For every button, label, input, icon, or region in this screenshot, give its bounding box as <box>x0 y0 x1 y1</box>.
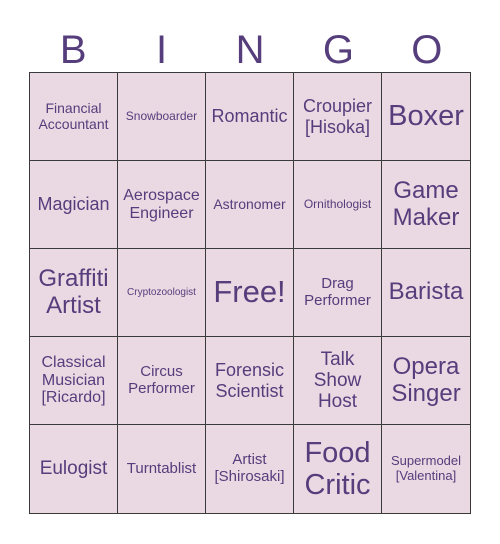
bingo-cell[interactable]: Artist [Shirosaki] <box>206 425 294 513</box>
bingo-cell[interactable]: Turntablist <box>118 425 206 513</box>
cell-label: Romantic <box>211 106 288 127</box>
bingo-cell[interactable]: Classical Musician [Ricardo] <box>30 337 118 425</box>
cell-label: Game Maker <box>392 176 460 231</box>
cell-label: Opera Singer <box>391 352 461 407</box>
cell-label: Aerospace Engineer <box>123 186 200 222</box>
header-letter-n: N <box>235 28 265 72</box>
cell-label: Barista <box>388 278 464 306</box>
cell-label: Snowboarder <box>125 108 198 123</box>
bingo-cell[interactable]: Supermodel [Valentina] <box>382 425 470 513</box>
bingo-cell[interactable]: Barista <box>382 249 470 337</box>
cell-label: Free! <box>213 274 286 310</box>
cell-label: Astronomer <box>213 195 286 212</box>
cell-label: Financial Accountant <box>38 99 109 132</box>
bingo-cell[interactable]: Forensic Scientist <box>206 337 294 425</box>
bingo-cell[interactable]: Astronomer <box>206 161 294 249</box>
cell-label: Boxer <box>388 100 464 133</box>
bingo-cell[interactable]: Circus Performer <box>118 337 206 425</box>
bingo-cell[interactable]: Talk Show Host <box>294 337 382 425</box>
cell-label: Cryptozoologist <box>127 286 196 298</box>
cell-label: Croupier [Hisoka] <box>302 96 373 137</box>
cell-label: Circus Performer <box>128 362 195 397</box>
cell-label: Eulogist <box>39 458 108 480</box>
bingo-cell[interactable]: Food Critic <box>294 425 382 513</box>
bingo-cell[interactable]: Graffiti Artist <box>30 249 118 337</box>
bingo-cell[interactable]: Financial Accountant <box>30 73 118 161</box>
header-letter-o: O <box>411 28 443 72</box>
cell-label: Magician <box>37 194 110 215</box>
bingo-cell[interactable]: Ornithologist <box>294 161 382 249</box>
cell-label: Talk Show Host <box>313 348 362 413</box>
cell-label: Drag Performer <box>304 274 371 309</box>
bingo-cell[interactable]: Aerospace Engineer <box>118 161 206 249</box>
cell-label: Forensic Scientist <box>214 360 285 401</box>
header-letter-i: I <box>156 28 168 72</box>
bingo-cell[interactable]: Drag Performer <box>294 249 382 337</box>
bingo-cell[interactable]: Croupier [Hisoka] <box>294 73 382 161</box>
bingo-cell[interactable]: Snowboarder <box>118 73 206 161</box>
cell-label: Artist [Shirosaki] <box>214 451 285 485</box>
bingo-board: Financial Accountant Snowboarder Romanti… <box>29 72 471 514</box>
cell-label: Classical Musician [Ricardo] <box>41 353 106 407</box>
bingo-cell[interactable]: Game Maker <box>382 161 470 249</box>
cell-label: Graffiti Artist <box>38 264 109 319</box>
bingo-cell[interactable]: Cryptozoologist <box>118 249 206 337</box>
cell-label: Ornithologist <box>303 196 372 211</box>
bingo-cell[interactable]: Boxer <box>382 73 470 161</box>
header-letter-g: G <box>322 28 354 72</box>
bingo-cell[interactable]: Romantic <box>206 73 294 161</box>
cell-label: Food Critic <box>304 436 371 501</box>
bingo-cell[interactable]: Opera Singer <box>382 337 470 425</box>
bingo-cell[interactable]: Magician <box>30 161 118 249</box>
bingo-header: B I N G O <box>29 28 471 72</box>
cell-label: Turntablist <box>126 459 197 477</box>
bingo-cell[interactable]: Eulogist <box>30 425 118 513</box>
cell-label: Supermodel [Valentina] <box>390 453 462 483</box>
header-letter-b: B <box>59 28 87 72</box>
free-space[interactable]: Free! <box>206 249 294 337</box>
